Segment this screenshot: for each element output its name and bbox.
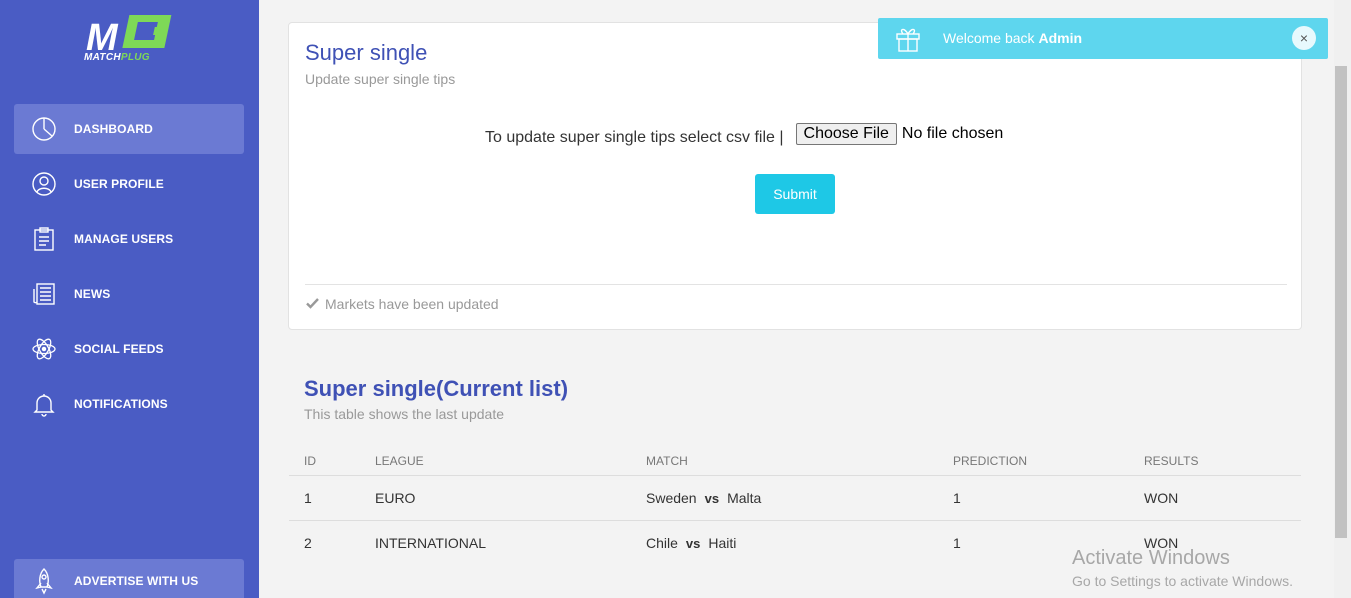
toast-username: Admin xyxy=(1038,30,1083,46)
submit-button[interactable]: Submit xyxy=(755,174,835,214)
home-team: Sweden xyxy=(646,490,697,506)
table-row: 1 EURO Sweden vs Malta 1 WON xyxy=(289,476,1301,521)
upload-row: To update super single tips select csv f… xyxy=(485,121,1003,147)
activate-windows-hint: Go to Settings to activate Windows. xyxy=(1072,573,1293,589)
cell-league: EURO xyxy=(375,490,416,506)
sidebar-item-user-profile[interactable]: USER PROFILE xyxy=(14,159,244,209)
choose-file-button[interactable]: Choose File xyxy=(795,123,897,145)
sidebar-item-label: ADVERTISE WITH US xyxy=(74,574,199,588)
scrollbar-thumb[interactable] xyxy=(1335,66,1347,538)
file-status: No file chosen xyxy=(901,125,1004,142)
upload-card: Super single Update super single tips To… xyxy=(288,22,1302,330)
card-subtitle: Update super single tips xyxy=(305,71,456,87)
card-title: Super single xyxy=(305,40,428,65)
home-team: Chile xyxy=(646,535,678,551)
table-header: ID LEAGUE MATCH PREDICTION RESULTS xyxy=(289,446,1301,476)
sidebar: M MATCHPLUG DASHBOARD USER PROFILE MANAG… xyxy=(0,0,259,598)
sidebar-item-manage-users[interactable]: MANAGE USERS xyxy=(14,214,244,264)
sidebar-item-label: NEWS xyxy=(74,287,111,301)
cell-id: 2 xyxy=(304,535,312,551)
away-team: Malta xyxy=(727,490,762,506)
bell-icon xyxy=(30,390,58,418)
cell-match: Sweden vs Malta xyxy=(646,490,761,506)
sidebar-item-label: SOCIAL FEEDS xyxy=(74,342,164,356)
newspaper-icon xyxy=(30,280,58,308)
sidebar-item-notifications[interactable]: NOTIFICATIONS xyxy=(14,379,244,429)
column-header-results: RESULTS xyxy=(1144,454,1199,468)
column-header-prediction: PREDICTION xyxy=(953,454,1028,468)
user-icon xyxy=(30,170,58,198)
close-icon[interactable]: × xyxy=(1292,26,1316,50)
away-team: Haiti xyxy=(708,535,737,551)
cell-match: Chile vs Haiti xyxy=(646,535,736,551)
welcome-toast: Welcome back Admin × xyxy=(878,18,1328,59)
cell-result: WON xyxy=(1144,490,1179,506)
logo-wordmark: MATCHPLUG xyxy=(84,52,150,63)
sidebar-item-advertise[interactable]: ADVERTISE WITH US xyxy=(14,559,244,598)
check-icon xyxy=(306,296,319,312)
sidebar-item-news[interactable]: NEWS xyxy=(14,269,244,319)
sidebar-item-dashboard[interactable]: DASHBOARD xyxy=(14,104,244,154)
card-footer: Markets have been updated xyxy=(306,296,499,312)
cell-prediction: 1 xyxy=(953,490,961,506)
cell-prediction: 1 xyxy=(953,535,961,551)
footer-status: Markets have been updated xyxy=(325,296,499,312)
divider xyxy=(305,284,1287,285)
activate-windows-title: Activate Windows xyxy=(1072,547,1230,569)
rocket-icon xyxy=(30,567,58,595)
vs-label: vs xyxy=(685,536,701,551)
section-subtitle: This table shows the last update xyxy=(304,406,505,422)
upload-prompt: To update super single tips select csv f… xyxy=(485,129,784,146)
toast-message: Welcome back Admin xyxy=(943,30,1083,46)
column-header-league: LEAGUE xyxy=(375,454,424,468)
gift-icon xyxy=(895,25,921,57)
atom-icon xyxy=(30,335,58,363)
vs-label: vs xyxy=(704,491,720,506)
pie-chart-icon xyxy=(30,115,58,143)
sidebar-item-label: MANAGE USERS xyxy=(74,232,174,246)
sidebar-item-label: NOTIFICATIONS xyxy=(74,397,168,411)
sidebar-item-label: DASHBOARD xyxy=(74,122,153,136)
column-header-match: MATCH xyxy=(646,454,688,468)
cell-league: INTERNATIONAL xyxy=(375,535,486,551)
column-header-id: ID xyxy=(304,454,316,468)
sidebar-item-label: USER PROFILE xyxy=(74,177,164,191)
clipboard-icon xyxy=(30,225,58,253)
sidebar-item-social-feeds[interactable]: SOCIAL FEEDS xyxy=(14,324,244,374)
section-title: Super single(Current list) xyxy=(304,376,569,401)
cell-id: 1 xyxy=(304,490,312,506)
